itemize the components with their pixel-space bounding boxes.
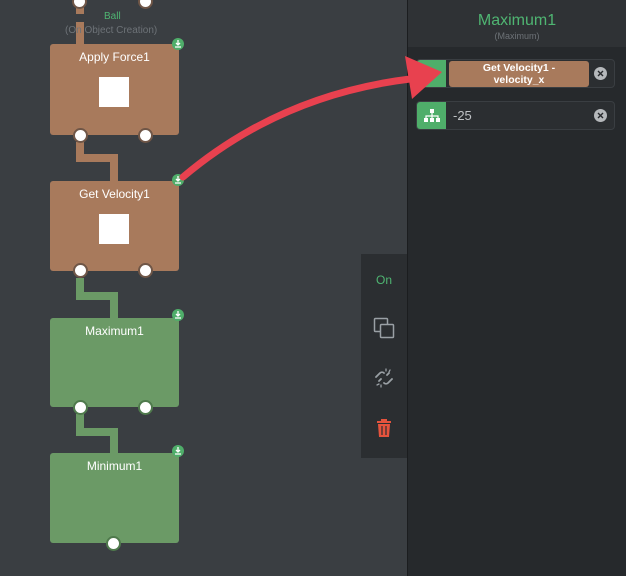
- panel-title: Maximum1: [477, 12, 557, 29]
- trash-icon: [375, 418, 393, 443]
- download-icon[interactable]: [172, 38, 184, 50]
- toggle-on-label: On: [375, 273, 392, 287]
- inspector-panel: Maximum1 (Maximum) Get Velocity1 - veloc…: [407, 0, 626, 576]
- event-sublabel: (On Object Creation): [65, 25, 158, 36]
- panel-header: Maximum1 (Maximum): [408, 0, 626, 47]
- download-icon[interactable]: [172, 309, 184, 321]
- output-port[interactable]: [73, 263, 88, 278]
- output-port[interactable]: [73, 400, 88, 415]
- node-apply-force[interactable]: Apply Force1: [50, 44, 179, 135]
- node-title: Apply Force1: [79, 50, 150, 64]
- output-port[interactable]: [138, 400, 153, 415]
- duplicate-button[interactable]: [361, 310, 407, 350]
- node-get-velocity[interactable]: Get Velocity1: [50, 181, 179, 271]
- unlink-icon: [373, 367, 395, 394]
- output-port[interactable]: [106, 536, 121, 551]
- clear-icon[interactable]: [594, 109, 607, 122]
- input-field-2[interactable]: -25: [416, 101, 615, 130]
- node-image-placeholder: [99, 214, 129, 244]
- linked-value-chip[interactable]: Get Velocity1 - velocity_x: [449, 61, 589, 87]
- panel-subtitle: (Maximum): [494, 31, 540, 41]
- output-port[interactable]: [138, 0, 153, 9]
- unlink-button[interactable]: [361, 360, 407, 400]
- link-icon: [417, 60, 446, 87]
- wire: [110, 428, 118, 453]
- node-title: Maximum1: [85, 324, 144, 338]
- node-canvas[interactable]: Ball (On Object Creation) Apply Force1 G…: [0, 0, 408, 576]
- node-toolbar: On: [361, 254, 407, 458]
- node-title: Get Velocity1: [79, 187, 150, 201]
- output-port[interactable]: [138, 263, 153, 278]
- output-port[interactable]: [138, 128, 153, 143]
- hierarchy-icon: [417, 102, 446, 129]
- node-maximum[interactable]: Maximum1: [50, 318, 179, 407]
- node-image-placeholder: [99, 77, 129, 107]
- output-port[interactable]: [73, 128, 88, 143]
- node-minimum[interactable]: Minimum1: [50, 453, 179, 543]
- copy-icon: [373, 317, 395, 344]
- wire: [110, 292, 118, 318]
- download-icon[interactable]: [172, 174, 184, 186]
- value-text: -25: [453, 108, 472, 123]
- download-icon[interactable]: [172, 445, 184, 457]
- event-label: Ball: [104, 11, 121, 22]
- wire: [110, 154, 118, 181]
- input-field-1[interactable]: Get Velocity1 - velocity_x: [416, 59, 615, 88]
- clear-icon[interactable]: [594, 67, 607, 80]
- node-title: Minimum1: [86, 459, 143, 473]
- output-port[interactable]: [72, 0, 87, 9]
- delete-button[interactable]: [361, 410, 407, 450]
- chip-label: Get Velocity1 - velocity_x: [482, 62, 556, 86]
- toggle-on-button[interactable]: On: [361, 260, 407, 300]
